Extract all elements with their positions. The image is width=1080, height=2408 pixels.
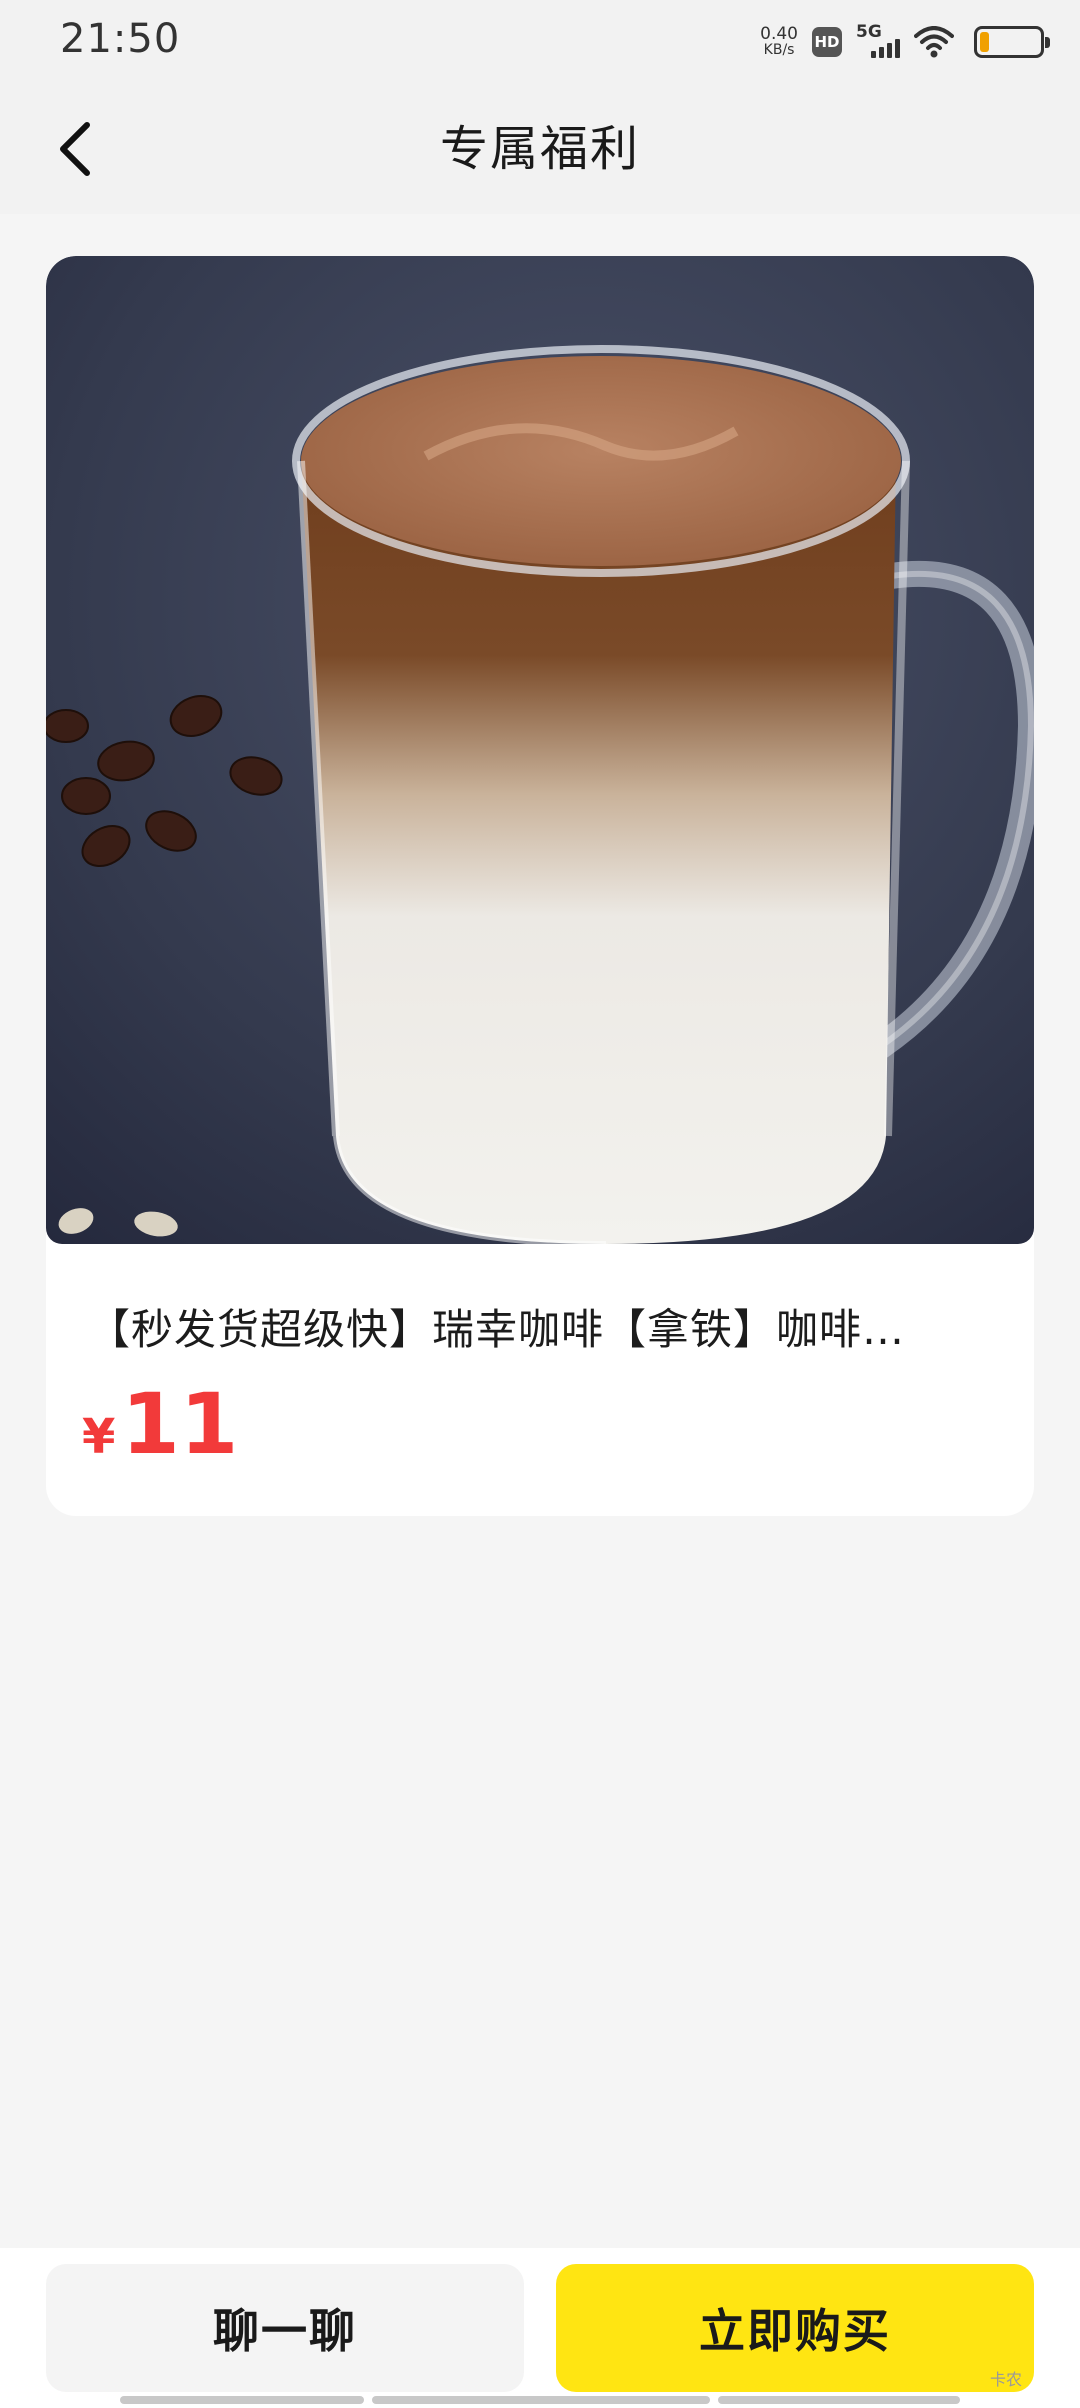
battery-icon — [974, 26, 1050, 58]
hd-icon: HD — [812, 27, 842, 57]
network-speed: 0.40 KB/s — [760, 26, 798, 58]
price-amount: 11 — [121, 1375, 239, 1473]
status-bar: 21:50 0.40 KB/s HD 5G — [0, 0, 1080, 84]
product-price: ¥ 11 — [82, 1382, 238, 1466]
gesture-bar-segment — [120, 2396, 364, 2404]
gesture-bar-segment — [372, 2396, 710, 2404]
product-card[interactable]: 【秒发货超级快】瑞幸咖啡【拿铁】咖啡… ¥ 11 — [46, 256, 1034, 1516]
cellular-signal-icon: 5G — [856, 22, 900, 60]
price-currency: ¥ — [82, 1409, 116, 1465]
network-speed-unit: KB/s — [763, 42, 795, 58]
network-speed-value: 0.40 — [760, 24, 798, 44]
wifi-icon — [914, 26, 954, 58]
status-icons: 0.40 KB/s HD 5G — [760, 20, 1050, 64]
battery-level — [980, 32, 989, 52]
buy-now-button[interactable]: 立即购买 — [556, 2264, 1034, 2392]
gesture-bar-segment — [718, 2396, 960, 2404]
nav-bar: 专属福利 — [0, 84, 1080, 214]
page-title: 专属福利 — [439, 121, 640, 177]
gesture-bar — [120, 2396, 960, 2404]
product-image[interactable] — [46, 256, 1034, 1244]
signal-bars — [871, 39, 900, 58]
latte-photo — [46, 256, 1034, 1244]
watermark: 卡农 — [990, 2370, 1023, 2389]
chat-button[interactable]: 聊一聊 — [46, 2264, 524, 2392]
bottom-action-bar: 聊一聊 立即购买 — [0, 2248, 1080, 2408]
status-time: 21:50 — [60, 16, 181, 62]
product-title[interactable]: 【秒发货超级快】瑞幸咖啡【拿铁】咖啡… — [88, 1296, 998, 1357]
